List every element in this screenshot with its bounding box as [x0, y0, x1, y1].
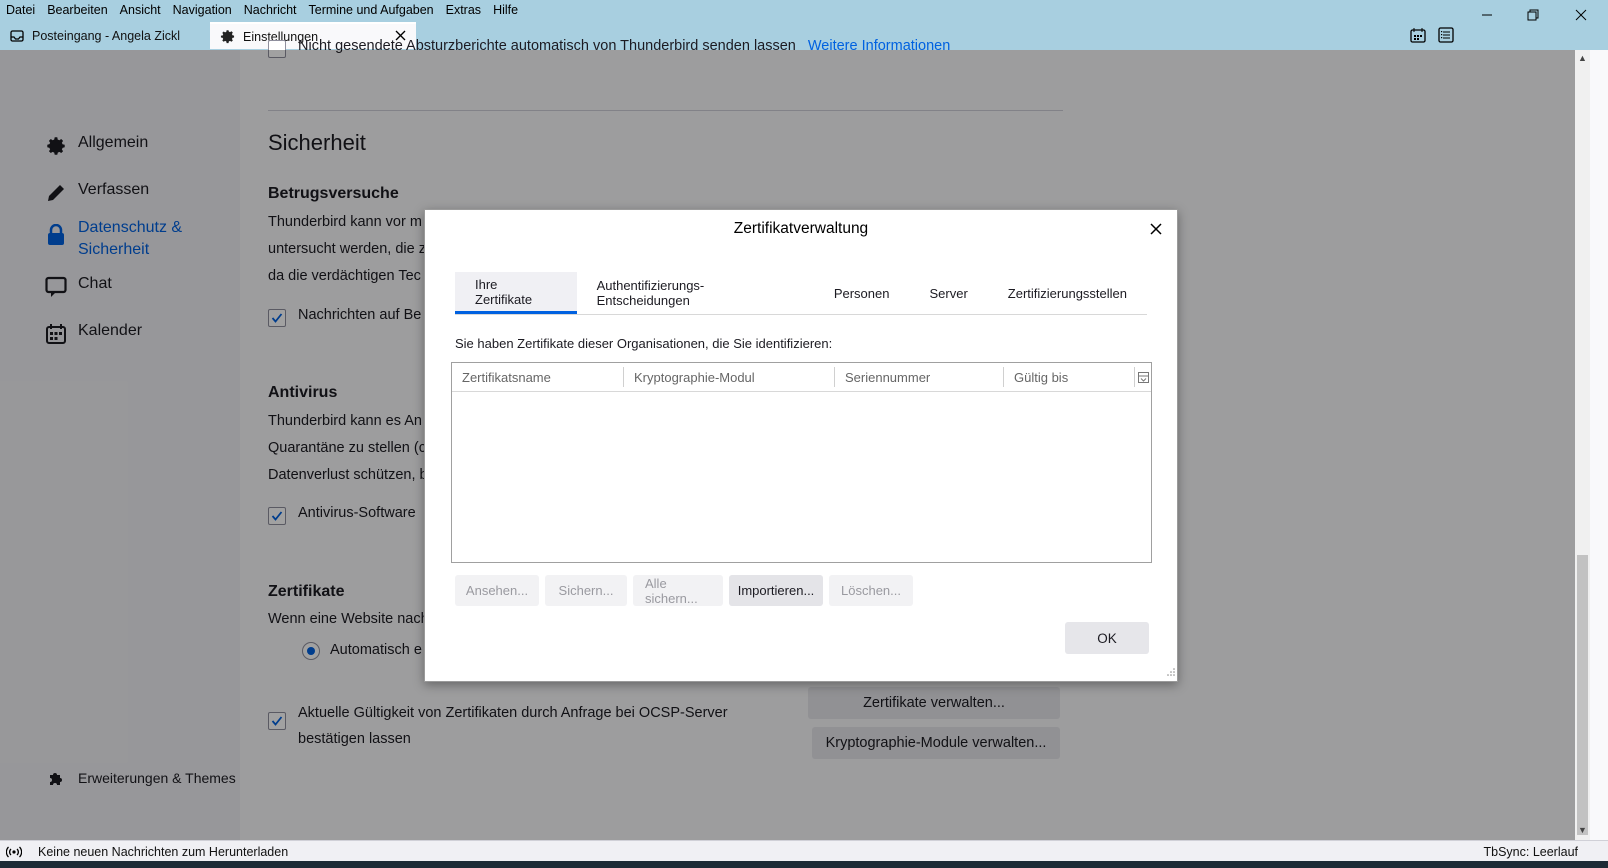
- menu-navigation[interactable]: Navigation: [167, 0, 238, 20]
- column-cert-name[interactable]: Zertifikatsname: [452, 367, 624, 387]
- column-serial[interactable]: Seriennummer: [835, 367, 1004, 387]
- tab-your-certificates[interactable]: Ihre Zertifikate: [455, 272, 577, 314]
- column-valid-until[interactable]: Gültig bis: [1004, 367, 1135, 387]
- view-button[interactable]: Ansehen...: [455, 575, 539, 606]
- column-crypto-module[interactable]: Kryptographie-Modul: [624, 367, 835, 387]
- minimize-button[interactable]: [1472, 4, 1502, 26]
- tab-servers[interactable]: Server: [909, 272, 987, 314]
- close-icon: [1150, 223, 1162, 235]
- online-status-icon[interactable]: [6, 846, 22, 858]
- tab-inbox[interactable]: Posteingang - Angela Zickl: [0, 22, 210, 49]
- menu-hilfe[interactable]: Hilfe: [487, 0, 524, 20]
- menu-nachricht[interactable]: Nachricht: [238, 0, 303, 20]
- minimize-icon: [1482, 14, 1492, 16]
- menu-bearbeiten[interactable]: Bearbeiten: [41, 0, 113, 20]
- status-message: Keine neuen Nachrichten zum Herunterlade…: [38, 844, 289, 859]
- taskbar: [0, 861, 1608, 868]
- ok-button[interactable]: OK: [1065, 622, 1149, 654]
- menu-ansicht[interactable]: Ansicht: [114, 0, 167, 20]
- tasks-toolbar-icon[interactable]: [1438, 27, 1456, 45]
- dialog-description: Sie haben Zertifikate dieser Organisatio…: [455, 336, 833, 351]
- backup-all-button-label: Alle sichern...: [645, 575, 698, 606]
- view-button-label: Ansehen...: [465, 583, 529, 598]
- status-bar: Keine neuen Nachrichten zum Herunterlade…: [0, 840, 1608, 862]
- tree-header: Zertifikatsname Kryptographie-Modul Seri…: [452, 363, 1151, 392]
- column-picker-icon[interactable]: [1135, 363, 1151, 391]
- calendar-toolbar-icon[interactable]: [1410, 27, 1428, 45]
- scrollbar-thumb[interactable]: [1577, 555, 1588, 835]
- delete-button[interactable]: Löschen...: [829, 575, 913, 606]
- import-button-label: Importieren...: [737, 583, 815, 598]
- close-window-button[interactable]: [1566, 4, 1596, 26]
- scroll-up-icon[interactable]: ▲: [1578, 53, 1587, 63]
- tab-auth-decisions[interactable]: Authentifizierungs-Entscheidungen: [577, 272, 814, 314]
- scroll-down-icon[interactable]: ▼: [1578, 825, 1587, 835]
- tbsync-status[interactable]: TbSync: Leerlauf: [1484, 845, 1579, 859]
- menu-bar: Datei Bearbeiten Ansicht Navigation Nach…: [0, 0, 524, 20]
- import-button[interactable]: Importieren...: [729, 575, 823, 606]
- resize-grip-icon[interactable]: [1167, 664, 1175, 679]
- delete-button-label: Löschen...: [841, 583, 901, 598]
- dialog-tabs: Ihre Zertifikate Authentifizierungs-Ents…: [455, 272, 1147, 315]
- certificate-manager-dialog: Zertifikatverwaltung Ihre Zertifikate Au…: [424, 209, 1178, 682]
- restore-icon: [1527, 9, 1539, 21]
- backup-button-label: Sichern...: [558, 583, 614, 598]
- menu-termine[interactable]: Termine und Aufgaben: [303, 0, 440, 20]
- menu-datei[interactable]: Datei: [0, 0, 41, 20]
- dialog-close-button[interactable]: [1145, 218, 1167, 240]
- menu-extras[interactable]: Extras: [440, 0, 487, 20]
- close-icon: [1575, 9, 1587, 21]
- dialog-title: Zertifikatverwaltung: [733, 220, 869, 237]
- scrollbar[interactable]: ▲ ▼: [1575, 50, 1590, 840]
- tab-inbox-label: Posteingang - Angela Zickl: [32, 28, 181, 43]
- backup-all-button[interactable]: Alle sichern...: [633, 575, 723, 606]
- inbox-icon: [10, 29, 24, 43]
- tab-authorities[interactable]: Zertifizierungsstellen: [988, 272, 1147, 314]
- cert-action-buttons: Ansehen... Sichern... Alle sichern... Im…: [455, 575, 913, 606]
- certificate-tree[interactable]: Zertifikatsname Kryptographie-Modul Seri…: [451, 362, 1152, 563]
- gear-icon: [220, 29, 235, 44]
- restore-button[interactable]: [1518, 4, 1548, 26]
- tab-people[interactable]: Personen: [814, 272, 910, 314]
- backup-button[interactable]: Sichern...: [545, 575, 627, 606]
